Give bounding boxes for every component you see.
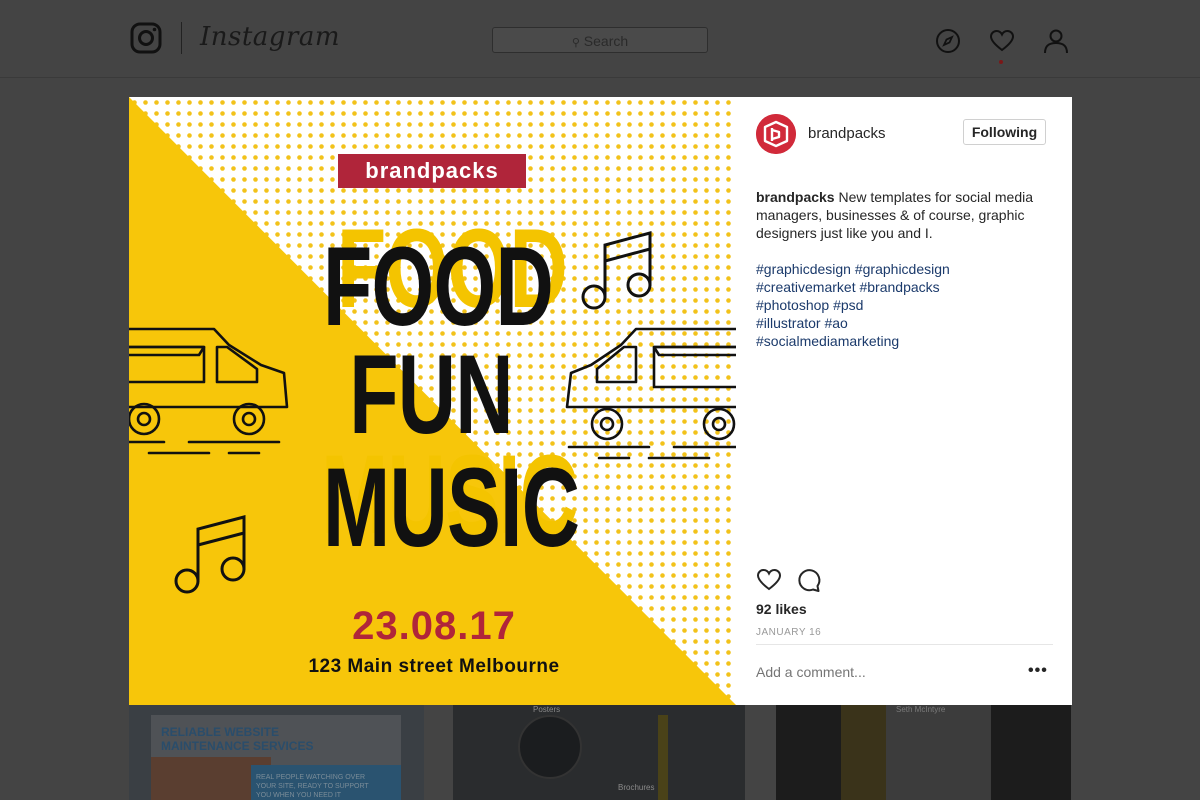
post-username[interactable]: brandpacks [808,125,886,142]
hashtag-line[interactable]: #creativemarket #brandpacks [756,278,1056,296]
tile-label: Brochures [618,783,655,792]
like-heart-icon[interactable] [756,567,782,593]
hashtag-line[interactable]: #socialmediamarketing [756,332,1056,350]
hashtag-list: #graphicdesign #graphicdesign #creativem… [756,260,1056,350]
tile-title-line: RELIABLE WEBSITE [161,725,280,739]
tile-title-line: MAINTENANCE SERVICES [161,739,314,753]
tile-graphic [518,715,582,779]
brandpacks-avatar[interactable] [756,114,796,154]
feed-tile[interactable]: Posters Brochures [453,705,745,800]
tile-text: REAL PEOPLE WATCHING OVER YOUR SITE, REA… [256,773,369,800]
hashtag-line[interactable]: #graphicdesign #graphicdesign [756,260,1056,278]
instagram-camera-icon[interactable] [130,22,162,54]
profile-icon[interactable] [1043,28,1069,54]
instagram-wordmark[interactable]: Instagram [200,22,340,52]
tile-label: Posters [533,705,561,714]
logo-divider [181,22,182,54]
notification-dot [999,60,1003,64]
tile-text-line: REAL PEOPLE WATCHING OVER [256,774,366,781]
post-modal: brandpacks FOOD MUSIC FOOD FUN MUSIC 23.… [129,97,1072,705]
search-placeholder: Search [583,33,629,49]
compass-icon[interactable] [935,28,961,54]
comment-bubble-icon[interactable] [796,567,822,593]
post-caption: brandpacks New templates for social medi… [756,188,1056,242]
post-sidebar: brandpacks Following brandpacks New temp… [736,97,1072,705]
tile-graphic [841,705,886,800]
feed-tile[interactable]: RELIABLE WEBSITE MAINTENANCE SERVICES RE… [129,705,424,800]
add-comment-input[interactable] [756,664,1006,680]
search-placeholder-row: ⚲ Search [493,33,707,49]
tile-graphic [658,715,668,800]
feed-tile[interactable]: Seth McIntyre [776,705,1071,800]
event-date: 23.08.17 [352,604,516,648]
headline-fun: FUN [349,332,513,457]
comment-divider [756,644,1053,645]
headline-food: FOOD [323,224,554,349]
tile-preview: Seth McIntyre [841,705,991,800]
post-image[interactable]: brandpacks FOOD MUSIC FOOD FUN MUSIC 23.… [129,97,736,705]
post-actions [756,567,856,593]
likes-count[interactable]: 92 likes [756,601,807,617]
heart-icon[interactable] [989,28,1015,54]
hashtag-line[interactable]: #photoshop #psd [756,296,1056,314]
more-options-button[interactable]: ••• [1028,662,1048,680]
tile-text-line: YOU WHEN YOU NEED IT [256,792,342,799]
post-header: brandpacks Following [756,114,1047,154]
headline-music: MUSIC [323,445,580,570]
tile-preview: RELIABLE WEBSITE MAINTENANCE SERVICES RE… [151,715,401,800]
search-box[interactable]: ⚲ Search [492,27,708,53]
following-button[interactable]: Following [963,119,1046,145]
poster-brand: brandpacks [365,158,499,183]
search-icon: ⚲ [571,37,580,49]
event-address: 123 Main street Melbourne [308,656,560,677]
post-date: JANUARY 16 [756,627,822,638]
tile-name: Seth McIntyre [896,705,946,714]
tile-text-line: YOUR SITE, READY TO SUPPORT [256,783,369,790]
top-navigation-bar: Instagram ⚲ Search [0,0,1200,78]
hashtag-line[interactable]: #illustrator #ao [756,314,1056,332]
caption-username[interactable]: brandpacks [756,189,835,205]
tile-title: RELIABLE WEBSITE MAINTENANCE SERVICES [161,725,313,753]
